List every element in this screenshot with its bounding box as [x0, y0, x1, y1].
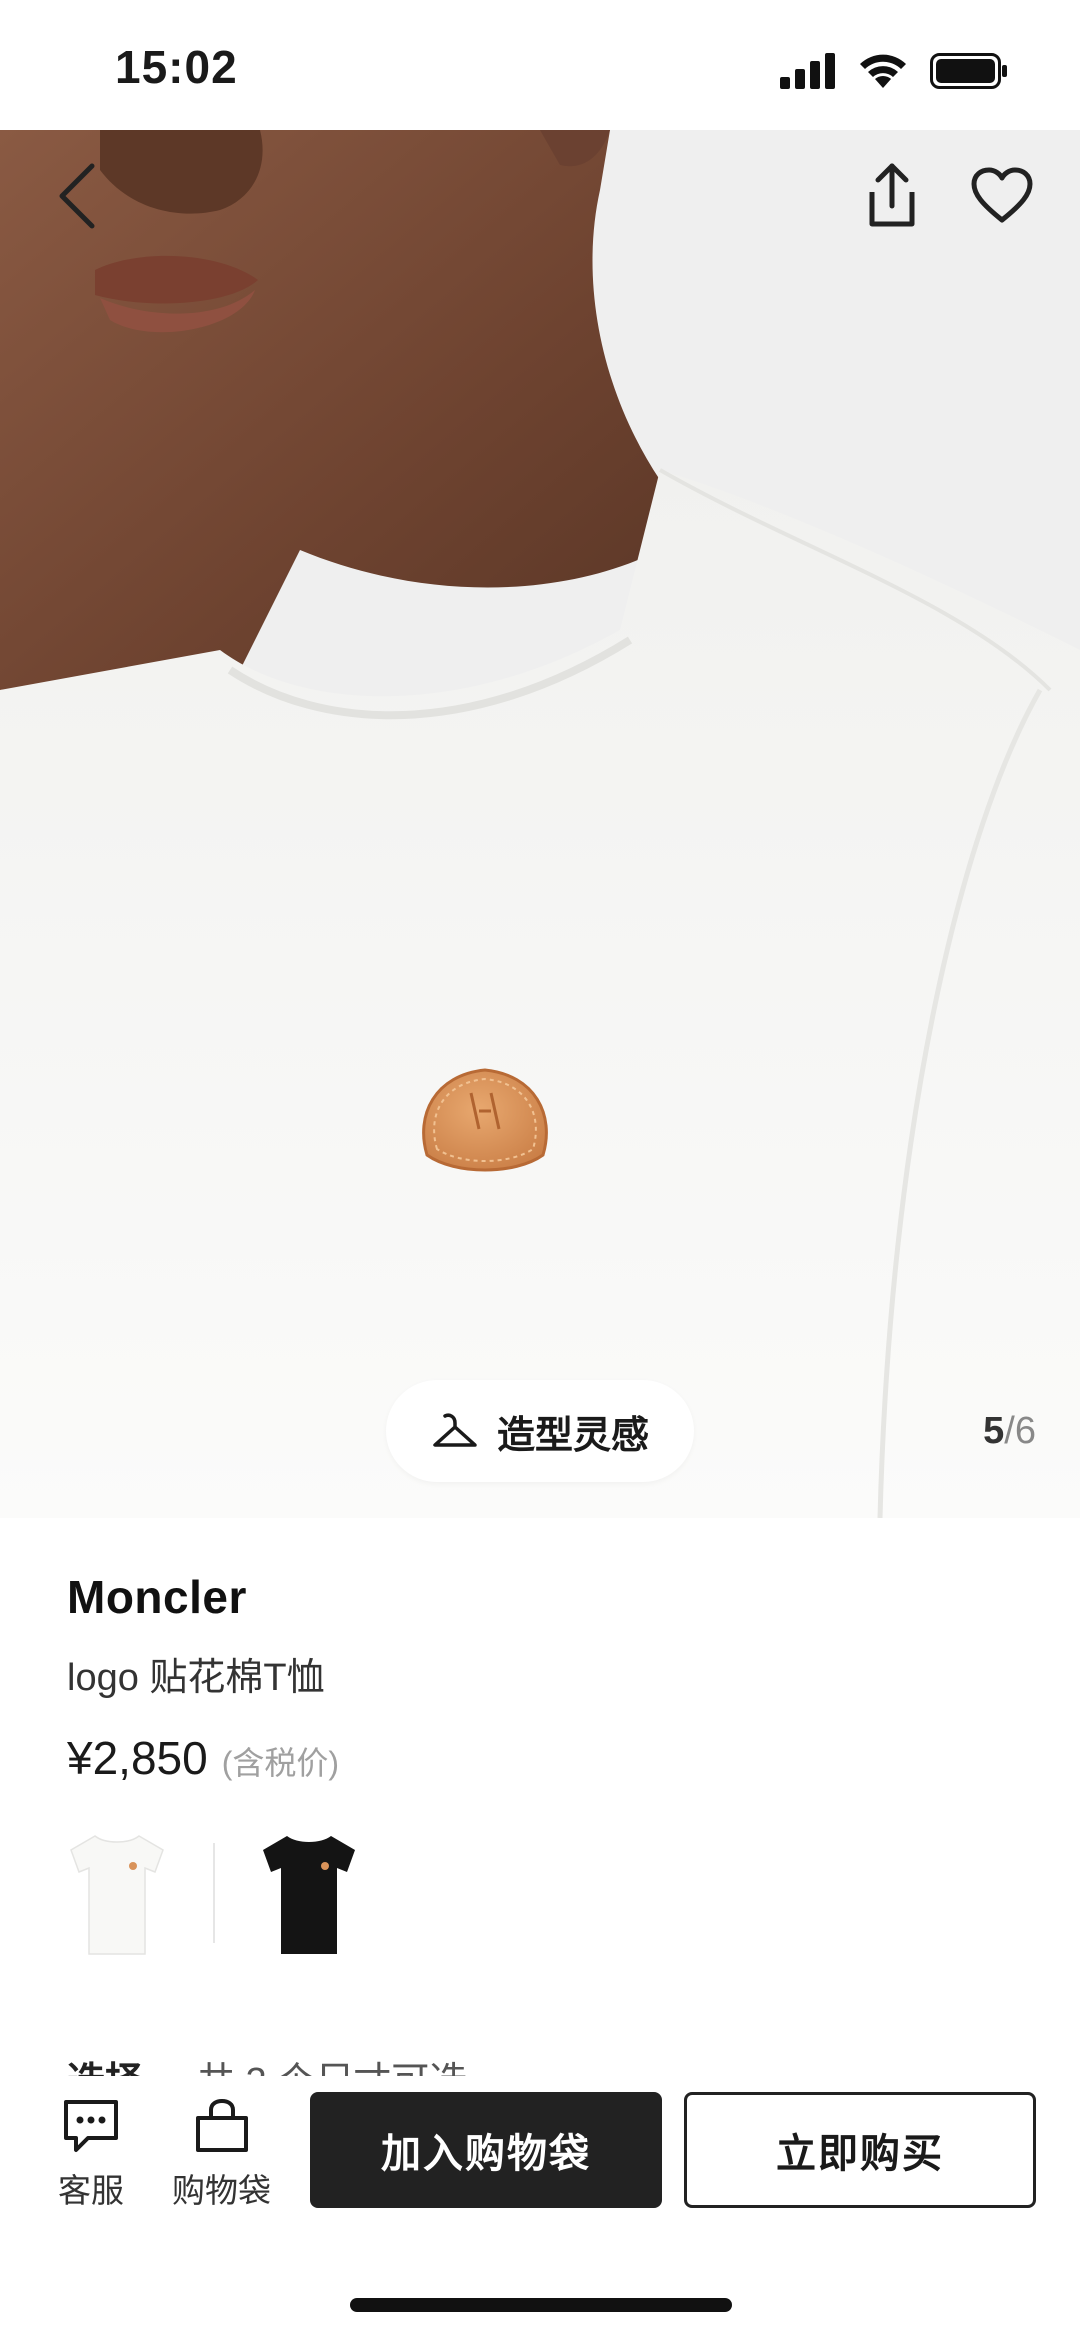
home-indicator — [350, 2298, 732, 2312]
heart-icon[interactable] — [970, 166, 1034, 226]
size-select-row[interactable]: 选择 共 2 个尺寸可选 — [67, 2046, 1013, 2076]
shopping-bag-button[interactable]: 购物袋 — [172, 2098, 271, 2212]
status-bar: 15:02 — [0, 0, 1080, 130]
shopping-bag-label: 购物袋 — [172, 2172, 271, 2209]
tax-note: (含税价) — [221, 1745, 340, 1781]
pager-total: 6 — [1014, 1410, 1036, 1452]
thumb-divider — [213, 1843, 215, 1943]
pager-separator: / — [1004, 1410, 1015, 1452]
customer-service-label: 客服 — [58, 2172, 124, 2209]
battery-icon — [930, 53, 1007, 89]
product-photo — [0, 130, 1080, 1518]
chat-bubble-icon — [64, 2100, 118, 2152]
shopping-bag-icon — [195, 2098, 248, 2152]
back-arrow-icon[interactable] — [52, 160, 112, 230]
size-select-label: 选择 — [67, 2050, 143, 2076]
status-time: 15:02 — [115, 41, 238, 93]
brand-name[interactable]: Moncler — [67, 1570, 1013, 1624]
pager-current: 5 — [983, 1410, 1005, 1452]
product-price: ¥2,850 — [67, 1732, 208, 1784]
hanger-icon — [433, 1413, 477, 1447]
size-select-hint: 共 2 个尺寸可选 — [197, 2050, 467, 2076]
image-pager: 5/6 — [983, 1410, 1036, 1453]
style-inspiration-button[interactable]: 造型灵感 — [386, 1380, 694, 1482]
product-name: logo 贴花棉T恤 — [67, 1657, 325, 1699]
variant-thumb-black[interactable] — [259, 1828, 359, 1958]
product-info: Moncler logo 贴花棉T恤 ¥2,850 (含税价) — [67, 1570, 1013, 1785]
bottom-action-bar: 客服 购物袋 加入购物袋 立即购买 — [0, 2076, 1080, 2337]
wifi-icon — [860, 54, 906, 88]
customer-service-button[interactable]: 客服 — [58, 2098, 124, 2212]
product-image-gallery[interactable]: 造型灵感 5/6 — [0, 130, 1080, 1518]
signal-icon — [780, 53, 835, 89]
color-variant-list — [67, 1828, 359, 1958]
variant-thumb-white[interactable] — [67, 1828, 167, 1958]
style-inspiration-label: 造型灵感 — [496, 1414, 649, 1457]
share-icon[interactable] — [862, 160, 922, 230]
status-icons — [780, 52, 1008, 90]
buy-now-button[interactable]: 立即购买 — [684, 2092, 1036, 2208]
add-to-bag-button[interactable]: 加入购物袋 — [310, 2092, 662, 2208]
price-row: ¥2,850 (含税价) — [67, 1731, 1013, 1785]
